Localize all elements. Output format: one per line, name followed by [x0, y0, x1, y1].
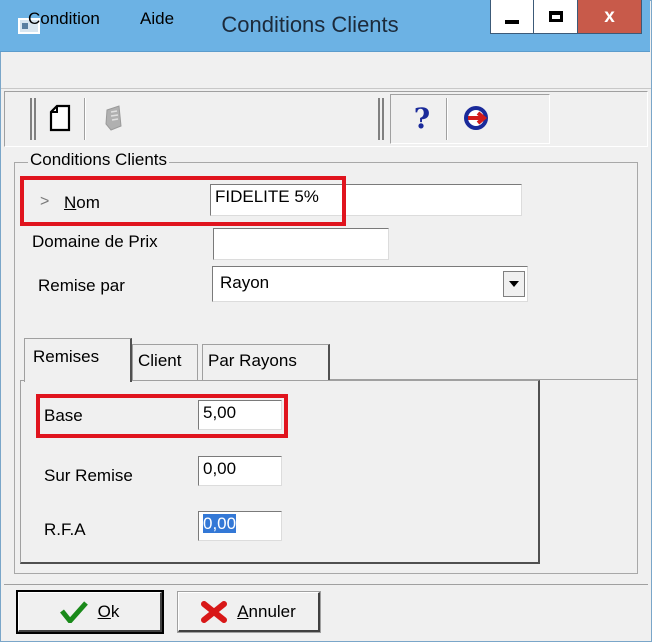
toolbar-grip[interactable] [30, 98, 36, 140]
exit-icon [464, 106, 488, 130]
highlight-nom [20, 176, 346, 226]
toolbar-separator-right [446, 98, 448, 140]
menu-condition[interactable]: Condition [28, 9, 100, 29]
checkmark-icon [59, 600, 88, 623]
group-caption: Conditions Clients [28, 150, 170, 170]
chevron-down-icon [509, 281, 519, 287]
sur-remise-field[interactable]: 0,00 [198, 456, 282, 486]
ok-label: Ok [97, 601, 120, 621]
domaine-field[interactable] [213, 228, 389, 260]
remise-par-label: Remise par [38, 276, 125, 295]
cancel-button[interactable]: Annuler [177, 591, 321, 633]
menu-bar [1, 53, 651, 89]
rfa-selected-text: 0,00 [203, 514, 237, 533]
sur-remise-label: Sur Remise [44, 466, 133, 485]
highlight-base [36, 394, 288, 438]
tab-remises[interactable]: Remises [24, 338, 132, 382]
dropdown-button[interactable] [503, 271, 525, 297]
minimize-icon [505, 19, 519, 24]
maximize-icon [548, 11, 563, 22]
rfa-label: R.F.A [44, 520, 86, 539]
ok-button[interactable]: Ok [16, 590, 164, 634]
toolbar-separator [84, 98, 86, 140]
cancel-x-icon [201, 600, 228, 623]
delete-button[interactable] [96, 98, 132, 138]
exit-button[interactable] [458, 98, 494, 138]
cancel-label: Annuler [237, 601, 296, 621]
close-button[interactable]: x [578, 0, 642, 34]
minimize-button[interactable] [490, 0, 534, 34]
maximize-button[interactable] [534, 0, 578, 34]
menu-aide[interactable]: Aide [140, 9, 174, 29]
rfa-field[interactable]: 0,00 [198, 511, 282, 541]
help-button[interactable]: ? [404, 98, 440, 138]
toolbar-grip-right[interactable] [378, 98, 384, 140]
new-document-icon [49, 104, 71, 132]
domaine-label: Domaine de Prix [32, 232, 158, 251]
remise-par-value: Rayon [220, 273, 270, 292]
close-icon: x [604, 5, 615, 27]
help-icon: ? [413, 101, 431, 135]
tab-client[interactable]: Client [132, 344, 198, 380]
delete-icon [105, 105, 122, 131]
tab-par-rayons[interactable]: Par Rayons [202, 344, 330, 380]
new-document-button[interactable] [42, 98, 78, 138]
